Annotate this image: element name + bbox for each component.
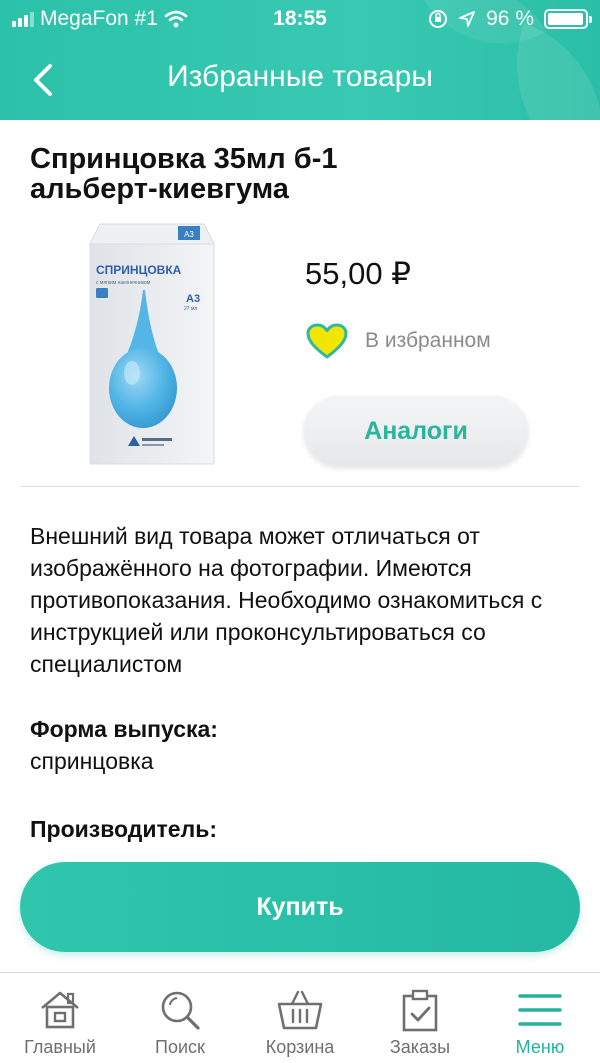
search-icon [156, 987, 204, 1033]
analogs-button[interactable]: Аналоги [304, 396, 528, 466]
tab-orders[interactable]: Заказы [360, 973, 480, 1063]
tab-bar: Главный Поиск Корзина Заказы Меню [0, 972, 600, 1063]
tab-cart[interactable]: Корзина [240, 973, 360, 1063]
location-arrow-icon [459, 11, 476, 27]
battery-fill [548, 13, 583, 25]
tab-cart-label: Корзина [265, 1037, 335, 1057]
product-price: 55,00 ₽ [305, 256, 411, 291]
buy-button[interactable]: Купить [20, 862, 580, 952]
tab-orders-label: Заказы [389, 1037, 451, 1057]
header-bar: MegaFon #1 18:55 96 % Избранные товары [0, 0, 600, 120]
status-right: 96 % [428, 7, 592, 31]
svg-text:А3: А3 [184, 230, 194, 239]
tab-menu-label: Меню [515, 1037, 565, 1057]
battery-percent: 96 % [486, 7, 534, 30]
tab-search[interactable]: Поиск [120, 973, 240, 1063]
tab-home[interactable]: Главный [0, 973, 120, 1063]
tab-menu[interactable]: Меню [480, 973, 600, 1063]
product-title: Спринцовка 35мл б-1 альберт-киевгума [30, 144, 570, 204]
disclaimer-text: Внешний вид товара может отличаться от и… [30, 523, 543, 677]
release-form-label: Форма выпуска: [30, 716, 218, 742]
svg-text:А3: А3 [186, 293, 200, 305]
svg-text:СПРИНЦОВКА: СПРИНЦОВКА [96, 263, 182, 277]
product-title-line2: альберт-киевгума [30, 173, 289, 205]
favorite-label: В избранном [365, 329, 491, 352]
orientation-lock-icon [429, 10, 448, 28]
product-title-line1: Спринцовка 35мл б-1 [30, 143, 338, 175]
favorite-toggle[interactable]: В избранном [305, 322, 491, 360]
release-form-value: спринцовка [30, 748, 154, 774]
menu-icon [516, 987, 564, 1033]
manufacturer-label: Производитель: [30, 816, 217, 842]
tab-home-label: Главный [24, 1037, 96, 1057]
clipboard-icon [396, 987, 444, 1033]
divider [20, 486, 580, 487]
svg-text:с мягким наконечником: с мягким наконечником [96, 280, 151, 286]
basket-icon [276, 987, 324, 1033]
status-bar: MegaFon #1 18:55 96 % [0, 0, 600, 40]
nav-bar: Избранные товары [0, 40, 600, 120]
svg-text:27 мл: 27 мл [184, 306, 197, 312]
battery-icon [544, 9, 592, 29]
heart-icon [306, 323, 348, 359]
home-icon [36, 987, 84, 1033]
page-title: Избранные товары [167, 60, 433, 93]
product-image: А3 СПРИНЦОВКА с мягким наконечником А3 2… [89, 223, 215, 465]
tab-search-label: Поиск [155, 1037, 205, 1057]
